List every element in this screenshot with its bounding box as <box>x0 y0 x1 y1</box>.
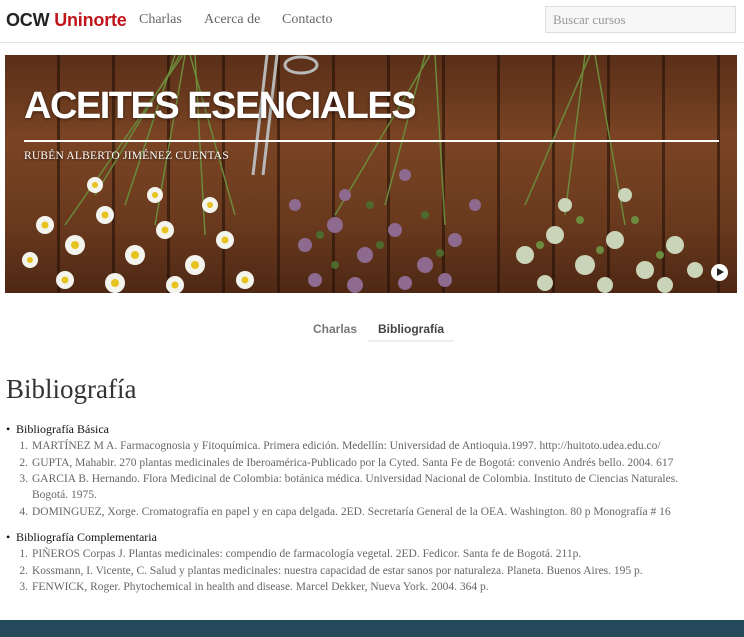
tab-charlas[interactable]: Charlas <box>303 322 367 340</box>
brand-part2: Uninorte <box>54 10 127 30</box>
reference-item: 2. Kossmann, I. Vicente, C. Salud y plant… <box>13 563 733 579</box>
search-input[interactable] <box>545 6 736 33</box>
nav-link-contacto[interactable]: Contacto <box>282 12 333 28</box>
reference-number: 1. <box>19 548 28 560</box>
tab-bibliografia[interactable]: Bibliografía <box>368 322 455 342</box>
reference-text: MARTÍNEZ M A. Farmacognosia y Fitoquímic… <box>32 440 661 452</box>
course-title: ACEITES ESENCIALES <box>24 85 417 127</box>
play-icon[interactable] <box>711 264 728 281</box>
brand-part1: OCW <box>6 10 50 30</box>
reference-text: FENWICK, Roger. Phytochemical in health … <box>32 581 489 593</box>
reference-number: 2. <box>19 565 28 577</box>
course-author: RUBÉN ALBERTO JIMÉNEZ CUENTAS <box>24 150 229 162</box>
reference-item: 3. FENWICK, Roger. Phytochemical in healt… <box>13 579 733 595</box>
course-hero-banner: ACEITES ESENCIALES RUBÉN ALBERTO JIMÉNEZ… <box>5 55 737 293</box>
reference-number: 3. <box>19 473 28 485</box>
reference-number: 4. <box>19 506 28 518</box>
navbar: OCW Uninorte Charlas Acerca de Contacto <box>0 0 744 43</box>
bullet-icon: • <box>6 422 11 436</box>
reference-item: 1. MARTÍNEZ M A. Farmacognosia y Fitoquím… <box>13 438 733 454</box>
footer <box>0 620 744 637</box>
section-heading-complementaria: • Bibliografía Complementaria <box>6 530 157 545</box>
page-title: Bibliografía <box>6 374 137 404</box>
reference-item: 3. GARCIA B. Hernando. Flora Medicinal de… <box>13 471 733 503</box>
reference-item: 4. DOMINGUEZ, Xorge. Cromatografía en pap… <box>13 504 733 520</box>
section-heading-label: Bibliografía Complementaria <box>16 530 157 544</box>
reference-number: 3. <box>19 581 28 593</box>
nav-link-charlas[interactable]: Charlas <box>139 12 182 28</box>
nav-link-acerca-de[interactable]: Acerca de <box>204 12 260 28</box>
reference-item: 1. PIÑEROS Corpas J. Plantas medicinales:… <box>13 546 733 562</box>
reference-number: 2. <box>19 457 28 469</box>
brand-logo[interactable]: OCW Uninorte <box>6 10 127 31</box>
reference-number: 1. <box>19 440 28 452</box>
reference-text: GUPTA, Mahabir. 270 plantas medicinales … <box>32 457 674 469</box>
bullet-icon: • <box>6 530 11 544</box>
reference-text: PIÑEROS Corpas J. Plantas medicinales: c… <box>32 548 582 560</box>
reference-text: DOMINGUEZ, Xorge. Cromatografía en papel… <box>32 506 671 518</box>
section-heading-basica: • Bibliografía Básica <box>6 422 109 437</box>
section-heading-label: Bibliografía Básica <box>16 422 109 436</box>
reference-text: Kossmann, I. Vicente, C. Salud y plantas… <box>32 565 643 577</box>
reference-item: 2. GUPTA, Mahabir. 270 plantas medicinale… <box>13 455 733 471</box>
title-divider <box>24 140 719 142</box>
reference-text: GARCIA B. Hernando. Flora Medicinal de C… <box>32 473 679 501</box>
